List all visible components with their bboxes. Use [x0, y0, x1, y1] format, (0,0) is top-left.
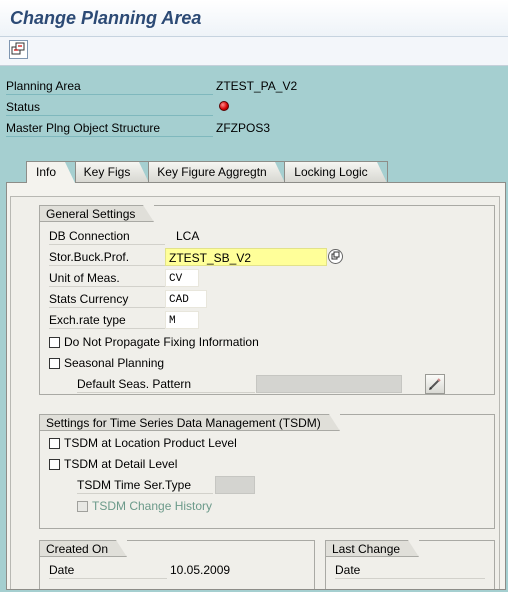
do-not-propagate-label: Do Not Propagate Fixing Information	[64, 335, 259, 349]
tsdm-settings-group: Settings for Time Series Data Management…	[39, 414, 495, 529]
stats-currency-label: Stats Currency	[49, 290, 165, 308]
page-title: Change Planning Area	[10, 8, 202, 28]
stor-buck-prof-input[interactable]: ZTEST_SB_V2	[165, 248, 327, 266]
value-help-icon	[331, 251, 340, 260]
db-connection-value: LCA	[176, 229, 200, 243]
tsdm-detail-level-checkbox[interactable]	[49, 459, 60, 470]
created-on-group: Created On Date 10.05.2009	[39, 540, 315, 589]
tab-locking-logic-label: Locking Logic	[294, 165, 368, 179]
tsdm-time-ser-type-input[interactable]	[215, 476, 255, 494]
seas-pattern-edit-button[interactable]	[425, 374, 445, 394]
last-change-date-value	[453, 561, 456, 579]
seasonal-planning-label: Seasonal Planning	[64, 356, 165, 370]
unit-of-meas-label: Unit of Meas.	[49, 269, 165, 287]
tsdm-change-history-label: TSDM Change History	[92, 499, 213, 513]
tsdm-detail-level-label: TSDM at Detail Level	[64, 457, 178, 471]
created-on-title: Created On	[39, 540, 128, 557]
tab-info-label: Info	[35, 165, 56, 179]
tab-info[interactable]: Info	[26, 161, 76, 183]
do-not-propagate-checkbox[interactable]	[49, 337, 60, 348]
status-red-light-icon	[219, 101, 229, 111]
last-change-date-label: Date	[335, 561, 485, 579]
tab-locking-logic[interactable]: Locking Logic	[284, 161, 388, 183]
last-change-group: Last Change Date	[325, 540, 495, 589]
db-connection-label: DB Connection	[49, 227, 165, 245]
default-seas-pattern-label: Default Seas. Pattern	[77, 375, 255, 393]
general-settings-group: General Settings DB Connection LCA Stor.…	[39, 205, 495, 395]
title-bar: Change Planning Area	[0, 0, 508, 37]
status-label: Status	[6, 99, 213, 116]
unit-of-meas-input[interactable]: CV	[165, 269, 199, 287]
application-toolbar	[0, 37, 508, 66]
tsdm-location-product-label: TSDM at Location Product Level	[64, 436, 237, 450]
created-on-date-value: 10.05.2009	[170, 563, 231, 577]
pencil-icon	[429, 378, 441, 390]
tab-key-figure-aggregtn[interactable]: Key Figure Aggregtn	[148, 161, 286, 183]
stor-buck-prof-label: Stor.Buck.Prof.	[49, 248, 165, 266]
tsdm-change-history-checkbox[interactable]	[77, 501, 88, 512]
mpos-value: ZFZPOS3	[216, 121, 271, 135]
tab-key-figs[interactable]: Key Figs	[74, 161, 150, 183]
display-change-icon	[11, 42, 25, 55]
exch-rate-type-input[interactable]: M	[165, 311, 199, 329]
stats-currency-input[interactable]: CAD	[165, 290, 207, 308]
mpos-label: Master Plng Object Structure	[6, 120, 213, 137]
tsdm-location-product-checkbox[interactable]	[49, 438, 60, 449]
tab-key-figs-label: Key Figs	[83, 165, 131, 179]
planning-area-label: Planning Area	[6, 78, 213, 95]
tab-key-figure-aggregtn-label: Key Figure Aggregtn	[157, 165, 267, 179]
stor-buck-prof-value-help-button[interactable]	[328, 249, 343, 264]
tsdm-settings-title: Settings for Time Series Data Management…	[39, 414, 340, 431]
last-change-title: Last Change	[325, 540, 420, 557]
tsdm-time-ser-type-label: TSDM Time Ser.Type	[77, 476, 213, 494]
display-change-button[interactable]	[9, 40, 28, 59]
default-seas-pattern-input[interactable]	[256, 375, 402, 393]
general-settings-title: General Settings	[39, 205, 155, 222]
tab-panel-info: General Settings DB Connection LCA Stor.…	[6, 182, 506, 590]
exch-rate-type-label: Exch.rate type	[49, 311, 165, 329]
seasonal-planning-checkbox[interactable]	[49, 358, 60, 369]
created-on-date-label: Date	[49, 561, 167, 579]
planning-area-value: ZTEST_PA_V2	[216, 79, 298, 93]
